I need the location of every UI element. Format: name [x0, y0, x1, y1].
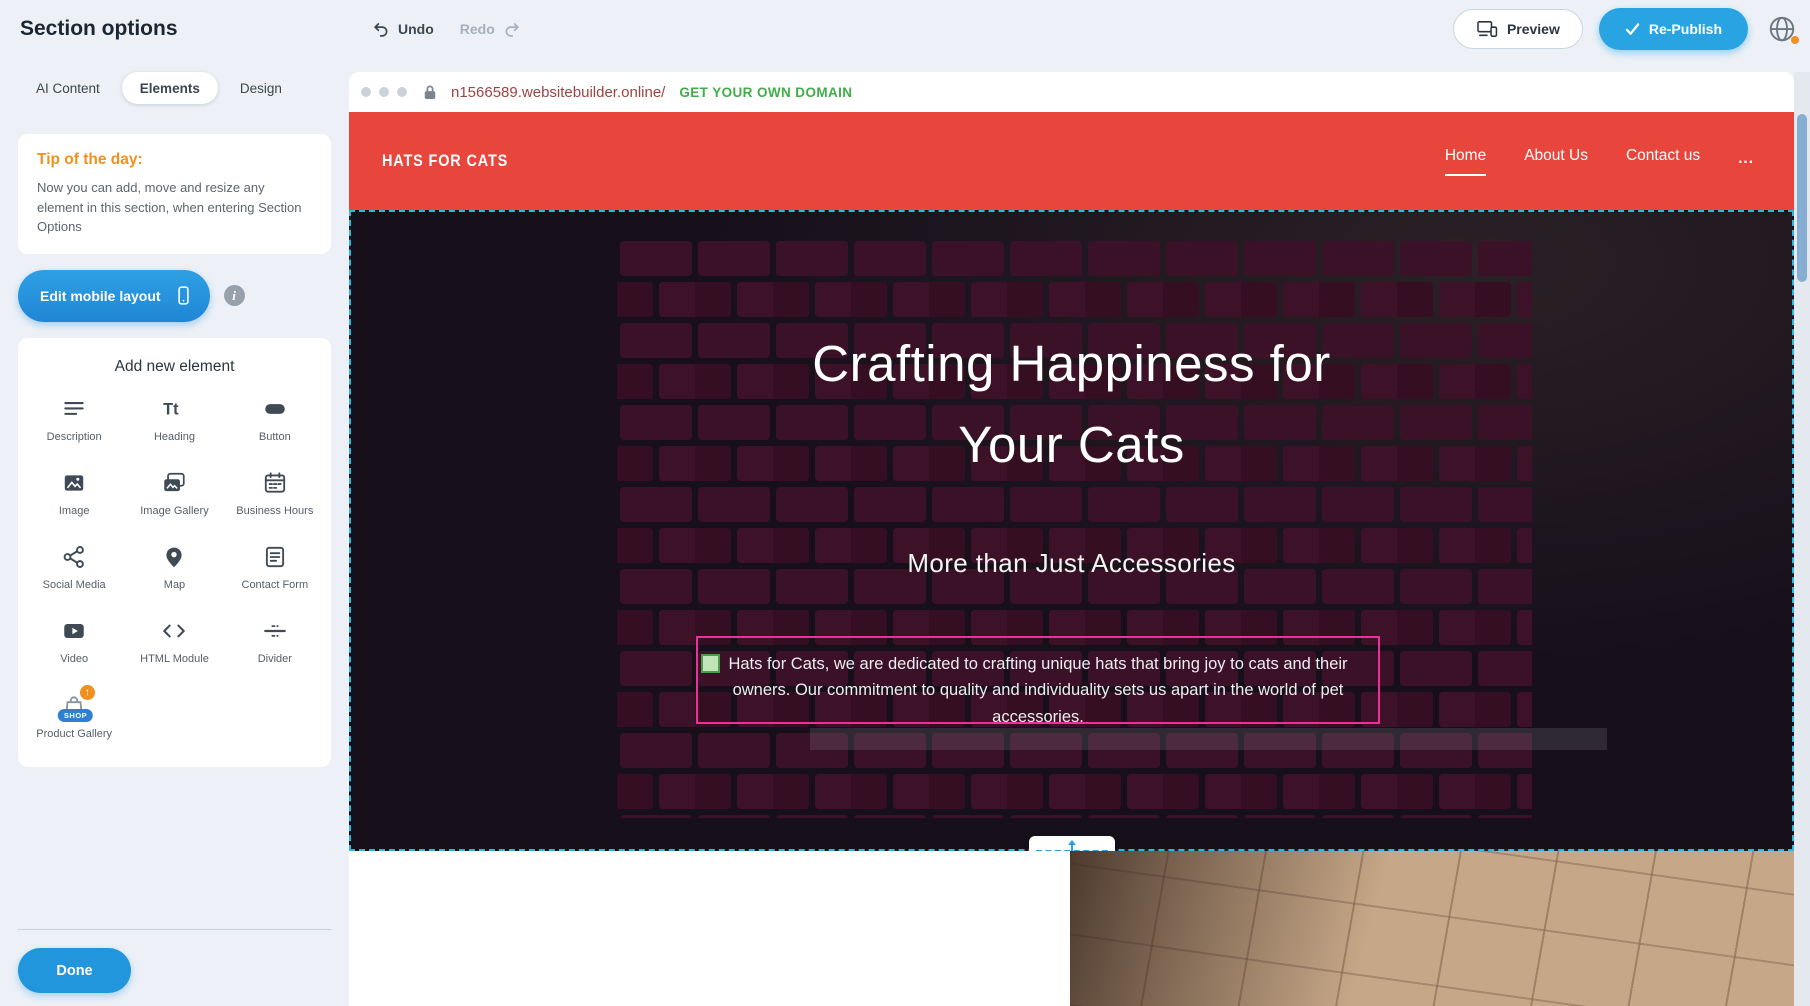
element-social-media[interactable]: Social Media: [28, 544, 120, 592]
page-title: Section options: [20, 17, 178, 41]
site-header[interactable]: HATS FOR CATS Home About Us Contact us .…: [349, 112, 1794, 210]
phone-icon: [173, 285, 194, 306]
get-domain-link[interactable]: GET YOUR OWN DOMAIN: [679, 85, 852, 100]
element-image[interactable]: Image: [28, 470, 120, 518]
window-dot: [379, 87, 389, 97]
hero-heading[interactable]: Crafting Happiness for Your Cats: [762, 324, 1382, 485]
element-heading[interactable]: Tt Heading: [128, 396, 220, 444]
image-gallery-icon: [161, 470, 187, 496]
social-media-icon: [61, 544, 87, 570]
resize-handle-left[interactable]: [701, 654, 720, 673]
notification-dot: [1791, 36, 1799, 44]
add-new-element-card: Add new element Description Tt Heading B…: [18, 338, 331, 767]
window-dot: [361, 87, 371, 97]
topbar-actions: Preview Re-Publish: [1453, 8, 1800, 50]
redo-label: Redo: [460, 21, 495, 37]
nav-contact-us[interactable]: Contact us: [1626, 147, 1700, 176]
next-section[interactable]: [349, 851, 1794, 1006]
republish-label: Re-Publish: [1649, 21, 1722, 37]
hero-section-selected[interactable]: Crafting Happiness for Your Cats More th…: [349, 210, 1794, 851]
tab-elements[interactable]: Elements: [122, 72, 218, 104]
upgrade-badge-icon: ↑: [80, 685, 95, 700]
site-nav: Home About Us Contact us ...: [1445, 147, 1794, 176]
element-contact-form[interactable]: Contact Form: [229, 544, 321, 592]
element-html-module[interactable]: HTML Module: [128, 618, 220, 666]
check-icon: [1625, 23, 1640, 36]
html-module-icon: [161, 618, 187, 644]
svg-text:Tt: Tt: [164, 400, 180, 418]
preview-button[interactable]: Preview: [1453, 9, 1583, 49]
element-product-gallery[interactable]: SHOP ↑ Product Gallery: [28, 693, 120, 741]
element-button[interactable]: Button: [229, 396, 321, 444]
divider-icon: [262, 618, 288, 644]
tip-of-the-day-card: Tip of the day: Now you can add, move an…: [18, 134, 331, 254]
contact-form-icon: [262, 544, 288, 570]
hero-paragraph[interactable]: Hats for Cats, we are dedicated to craft…: [698, 638, 1378, 743]
paragraph-element-selected[interactable]: Hats for Cats, we are dedicated to craft…: [696, 636, 1380, 724]
undo-label: Undo: [398, 21, 434, 37]
tab-ai-content[interactable]: AI Content: [18, 72, 118, 104]
sidebar: AI Content Elements Design Tip of the da…: [0, 58, 349, 1006]
devices-icon: [1476, 20, 1498, 38]
redo-button[interactable]: Redo: [460, 20, 521, 39]
image-icon: [61, 470, 87, 496]
undo-redo-group: Undo Redo: [372, 20, 521, 39]
edit-mobile-label: Edit mobile layout: [40, 288, 161, 304]
done-button[interactable]: Done: [18, 948, 131, 993]
element-image-gallery[interactable]: Image Gallery: [128, 470, 220, 518]
element-grid: Description Tt Heading Button Image: [24, 396, 325, 741]
sidebar-tabs: AI Content Elements Design: [0, 58, 349, 104]
edit-mobile-layout-button[interactable]: Edit mobile layout: [18, 270, 210, 322]
heading-icon: Tt: [161, 396, 187, 422]
element-description[interactable]: Description: [28, 396, 120, 444]
info-icon[interactable]: i: [224, 285, 245, 306]
site-url[interactable]: n1566589.websitebuilder.online/: [451, 84, 665, 101]
shop-pill-badge: SHOP: [58, 709, 93, 722]
window-dot: [397, 87, 407, 97]
language-globe-button[interactable]: [1764, 11, 1800, 47]
redo-icon: [502, 20, 521, 39]
browser-chrome-bar: n1566589.websitebuilder.online/ GET YOUR…: [349, 72, 1794, 112]
sidebar-divider: [18, 929, 331, 930]
nav-more-menu[interactable]: ...: [1738, 150, 1754, 172]
nav-about-us[interactable]: About Us: [1524, 147, 1588, 176]
tab-design[interactable]: Design: [222, 72, 300, 104]
undo-icon: [372, 20, 391, 39]
element-map[interactable]: Map: [128, 544, 220, 592]
undo-button[interactable]: Undo: [372, 20, 434, 39]
nav-home[interactable]: Home: [1445, 147, 1486, 176]
element-business-hours[interactable]: Business Hours: [229, 470, 321, 518]
element-video[interactable]: Video: [28, 618, 120, 666]
tiled-floor-photo: [1070, 851, 1794, 1006]
preview-label: Preview: [1507, 21, 1560, 37]
tip-body: Now you can add, move and resize any ele…: [37, 178, 312, 237]
preview-scrollbar[interactable]: [1794, 72, 1810, 1006]
scrollbar-thumb[interactable]: [1797, 114, 1807, 282]
topbar: Section options Undo Redo: [0, 0, 1810, 58]
map-icon: [161, 544, 187, 570]
window-control-dots: [361, 87, 407, 97]
mobile-layout-row: Edit mobile layout i: [18, 270, 331, 322]
button-icon: [262, 396, 288, 422]
tip-title: Tip of the day:: [37, 151, 312, 169]
element-divider[interactable]: Divider: [229, 618, 321, 666]
hero-subheading[interactable]: More than Just Accessories: [351, 548, 1792, 579]
site-logo[interactable]: HATS FOR CATS: [382, 151, 508, 171]
video-icon: [61, 618, 87, 644]
republish-button[interactable]: Re-Publish: [1599, 8, 1748, 50]
description-icon: [61, 396, 87, 422]
add-element-title: Add new element: [24, 358, 325, 376]
business-hours-icon: [262, 470, 288, 496]
preview-area: n1566589.websitebuilder.online/ GET YOUR…: [349, 58, 1810, 1006]
lock-icon: [423, 84, 437, 100]
site-canvas: HATS FOR CATS Home About Us Contact us .…: [349, 112, 1794, 1006]
